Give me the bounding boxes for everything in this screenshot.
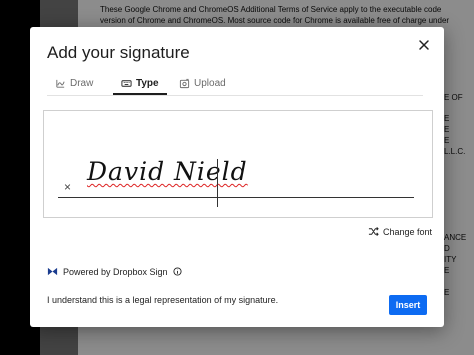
image-upload-icon [179,78,190,89]
signature-dialog: Add your signature Draw Type Upload × Da… [30,27,444,327]
signature-marker: × [64,180,72,194]
tab-label: Upload [194,78,226,89]
dialog-title: Add your signature [47,43,190,62]
powered-by-text: Powered by Dropbox Sign [63,266,168,277]
draw-icon [56,79,65,88]
change-font-label: Change font [382,226,432,237]
tab-label: Type [136,77,159,89]
powered-by: Powered by Dropbox Sign [47,266,182,277]
signature-input-area[interactable]: × David Nield [43,110,433,218]
text-cursor [217,159,218,207]
insert-button[interactable]: Insert [389,295,427,315]
info-icon[interactable] [173,267,182,276]
keyboard-icon [121,79,132,87]
signature-baseline [58,197,414,198]
close-icon[interactable] [416,37,432,53]
signature-tabs: Draw Type Upload [47,73,423,96]
typed-signature[interactable]: David Nield [87,157,248,186]
tab-draw[interactable]: Draw [55,73,93,94]
change-font-button[interactable]: Change font [368,226,432,237]
tab-type[interactable]: Type [113,73,167,95]
dropbox-sign-logo [47,267,58,276]
legal-disclaimer: I understand this is a legal representat… [47,295,279,305]
tab-upload[interactable]: Upload [179,73,226,94]
tab-label: Draw [70,78,94,89]
shuffle-icon [368,227,379,236]
